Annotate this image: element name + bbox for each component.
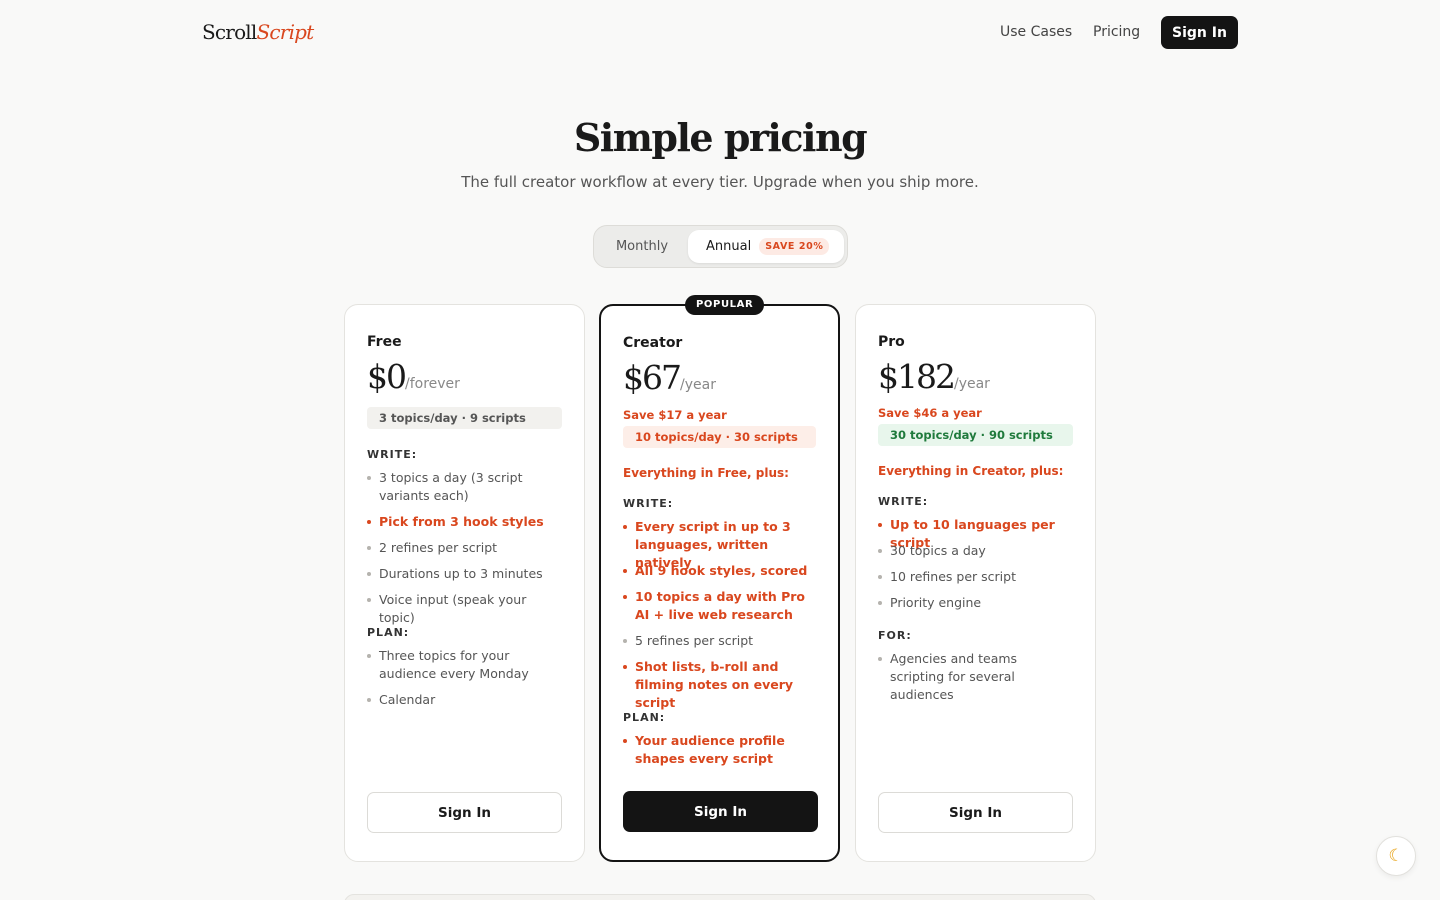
plan-card-creator: POPULAR Creator $67/year Save $17 a year… [599, 295, 840, 862]
billing-period-toggle: Monthly Annual SAVE 20% [593, 225, 848, 268]
billing-annual-option[interactable]: Annual SAVE 20% [688, 230, 844, 263]
includes-note: Everything in Creator, plus: [878, 464, 1064, 478]
nav-use-cases[interactable]: Use Cases [1000, 24, 1072, 40]
quota-badge: 30 topics/day · 90 scripts [878, 424, 1073, 446]
feature-item: Calendar [367, 691, 562, 709]
section-label-plan: PLAN: [623, 711, 666, 724]
feature-item: Pick from 3 hook styles [367, 513, 562, 531]
feature-item: 5 refines per script [623, 632, 816, 650]
popular-badge: POPULAR [685, 295, 765, 315]
feature-item: Durations up to 3 minutes [367, 565, 562, 583]
logo-accent: Script [256, 20, 315, 44]
site-header: ScrollScript Use Cases Pricing Sign In [0, 0, 1440, 64]
feature-item: Your audience profile shapes every scrip… [623, 732, 816, 768]
plan-card-pro: Pro $182/year Save $46 a year 30 topics/… [855, 304, 1096, 862]
page-title: Simple pricing [573, 115, 868, 160]
logo-plain: Scroll [202, 20, 257, 44]
nav-pricing[interactable]: Pricing [1093, 24, 1140, 40]
annual-savings-note: Save $46 a year [878, 406, 982, 420]
plan-price: $67/year [623, 358, 716, 397]
plan-name: Creator [623, 335, 683, 351]
free-sign-in-button[interactable]: Sign In [367, 792, 562, 833]
logo[interactable]: ScrollScript [202, 20, 315, 44]
includes-note: Everything in Free, plus: [623, 466, 789, 480]
dark-mode-toggle[interactable]: ☾ [1376, 836, 1416, 876]
quota-badge: 3 topics/day · 9 scripts [367, 407, 562, 429]
page-subtitle: The full creator workflow at every tier.… [461, 173, 979, 191]
moon-icon: ☾ [1388, 846, 1404, 865]
plan-name: Pro [878, 334, 905, 350]
section-label-write: WRITE: [367, 448, 418, 461]
plan-price: $0/forever [367, 357, 460, 396]
plan-card-free: Free $0/forever 3 topics/day · 9 scripts… [344, 304, 585, 862]
feature-item: Voice input (speak your topic) [367, 591, 562, 627]
price-amount: $182 [878, 357, 956, 396]
section-label-write: WRITE: [623, 497, 674, 510]
section-label-for: FOR: [878, 629, 912, 642]
price-period: /year [953, 376, 990, 392]
annual-save-badge: SAVE 20% [759, 238, 830, 255]
billing-monthly-option[interactable]: Monthly [598, 230, 686, 263]
creator-sign-in-button[interactable]: Sign In [623, 791, 818, 832]
section-label-write: WRITE: [878, 495, 929, 508]
feature-item: Priority engine [878, 594, 1073, 612]
feature-item: Agencies and teams scripting for several… [878, 650, 1073, 704]
feature-item: 10 refines per script [878, 568, 1073, 586]
header-sign-in-button[interactable]: Sign In [1161, 16, 1238, 49]
feature-item: All 9 hook styles, scored [623, 562, 816, 580]
quota-badge: 10 topics/day · 30 scripts [623, 426, 816, 448]
plan-name: Free [367, 334, 402, 350]
price-period: /year [680, 377, 716, 393]
price-period: /forever [405, 376, 460, 392]
pro-sign-in-button[interactable]: Sign In [878, 792, 1073, 833]
plan-price: $182/year [878, 357, 990, 396]
feature-item: 3 topics a day (3 script variants each) [367, 469, 562, 505]
feature-item: 2 refines per script [367, 539, 562, 557]
feature-item: Three topics for your audience every Mon… [367, 647, 562, 683]
feature-item: 10 topics a day with Pro AI + live web r… [623, 588, 816, 624]
section-label-plan: PLAN: [367, 626, 410, 639]
price-amount: $67 [623, 358, 682, 397]
feature-item: 30 topics a day [878, 542, 1073, 560]
next-section-edge [344, 894, 1096, 900]
billing-annual-label: Annual [706, 239, 752, 254]
annual-savings-note: Save $17 a year [623, 408, 727, 422]
feature-item: Shot lists, b-roll and filming notes on … [623, 658, 816, 712]
price-amount: $0 [367, 357, 407, 396]
